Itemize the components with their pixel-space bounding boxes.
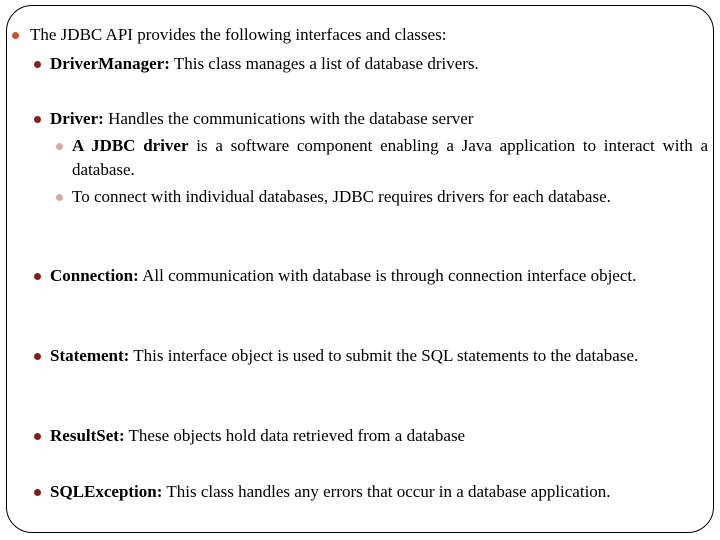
slide-content: The JDBC API provides the following inte… [0,0,720,540]
bullet-icon [34,116,41,123]
term: DriverManager: [50,54,170,73]
bullet-icon [34,61,41,68]
term: ResultSet: [50,426,125,445]
bullet-icon [56,194,63,201]
description: This class handles any errors that occur… [162,482,611,501]
bullet-icon [56,143,63,150]
list-item-statement: Statement: This interface object is used… [34,344,708,368]
term: Connection: [50,266,139,285]
term: Driver: [50,109,104,128]
term: Statement: [50,346,130,365]
term: SQLException: [50,482,163,501]
list-item-driver: Driver: Handles the communications with … [34,107,708,131]
bullet-icon [12,32,19,39]
bullet-icon [34,353,41,360]
sub-item-jdbc-driver: A JDBC driver is a software component en… [56,134,708,182]
bullet-icon [34,489,41,496]
sub-item-connect: To connect with individual databases, JD… [56,185,708,209]
bullet-icon [34,433,41,440]
term: A JDBC driver [72,136,189,155]
description: These objects hold data retrieved from a… [124,426,466,445]
intro-text: The JDBC API provides the following inte… [30,25,447,44]
list-item-drivermanager: DriverManager: This class manages a list… [34,52,708,76]
description: All communication with database is throu… [138,266,637,285]
list-item-sqlexception: SQLException: This class handles any err… [34,480,708,504]
description: This interface object is used to submit … [129,346,639,365]
description: Handles the communications with the data… [103,109,474,128]
list-item-resultset: ResultSet: These objects hold data retri… [34,424,708,448]
description: This class manages a list of database dr… [169,54,479,73]
description: To connect with individual databases, JD… [72,187,611,206]
list-item-connection: Connection: All communication with datab… [34,264,708,288]
bullet-icon [34,273,41,280]
